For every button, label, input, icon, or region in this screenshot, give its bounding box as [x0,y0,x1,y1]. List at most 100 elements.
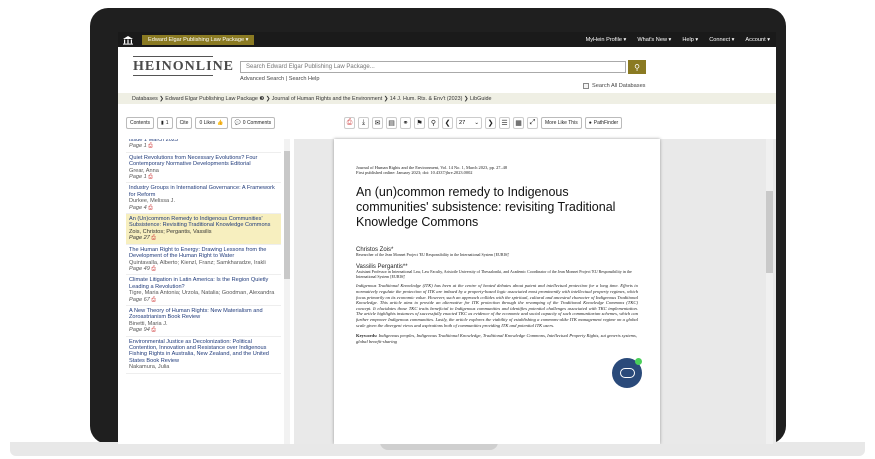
contents-button[interactable]: Contents [126,117,155,129]
cite-button[interactable]: Cite [175,117,193,129]
package-selector[interactable]: Edward Elgar Publishing Law Package ▾ [142,34,255,45]
thumbs-up-icon: 👍 [217,120,224,126]
toc-page-label: Page 94 [129,327,150,334]
account-menu[interactable]: Account ▾ [745,37,770,43]
sidebar-scroll-thumb[interactable] [284,151,290,279]
toc-item-title[interactable]: An (Un)common Remedy to Indigenous Commu… [129,216,278,229]
page-number: 27 [459,120,466,126]
search-button[interactable]: ⚲ [628,60,646,74]
toc-item-title[interactable]: Industry Groups in International Governa… [129,185,278,198]
toc-item-title[interactable]: A New Theory of Human Rights: New Materi… [129,308,278,321]
advanced-search-links[interactable]: Advanced Search | Search Help [240,76,320,82]
email-icon[interactable]: ✉ [372,117,383,129]
search-all-databases[interactable]: Search All Databases [583,83,645,89]
logo-rule-bottom [133,75,213,76]
comments-button[interactable]: 💬 0 Comments [230,117,276,129]
toc-item[interactable]: Environmental Justice as Decolonization:… [126,337,281,374]
toc-item[interactable]: The Human Right to Energy: Drawing Lesso… [126,245,281,276]
toc-item-page[interactable]: Page 49 ⎙ [129,266,278,272]
toc-list: Issue 1 March 2023 Page 1 ⎙ Quiet Revoluti… [126,139,281,374]
link-icon[interactable]: ⚭ [400,117,411,129]
affiliation-2: Assistant Professor in International Law… [356,268,632,279]
toc-item-page[interactable]: Page 27 ⎙ [129,235,278,241]
chat-button[interactable] [612,358,642,388]
toc-page-label: Page 67 [129,296,150,303]
toc-item[interactable]: Climate Litigation in Latin America: Is … [126,275,281,306]
pathfinder-label: PathFinder [593,120,619,126]
grid-view-icon[interactable]: ▦ [513,117,524,129]
toc-item-page[interactable]: Page 67 ⎙ [129,297,278,303]
toc-page-label: Page 4 [129,204,147,211]
toc-item-author: Nakamura, Julia [129,364,170,371]
logo-text: HEINONLINE [133,59,235,74]
page-select[interactable]: 27 ⌄ [456,117,482,129]
download-icon[interactable]: ⤓ [358,117,369,129]
toc-page-label: Page 1 [129,143,147,150]
pdf-icon[interactable]: ⎙ [148,205,152,211]
toc-item[interactable]: An (Un)common Remedy to Indigenous Commu… [126,214,281,245]
more-like-this-button[interactable]: More Like This [541,117,582,129]
likes-button[interactable]: 0 Likes 👍 [195,117,228,129]
keywords-label: Keywords: [356,333,378,339]
toc-item-page[interactable]: Page 1 ⎙ [129,174,278,180]
pdf-icon[interactable]: ⎙ [151,297,155,303]
pdf-icon[interactable]: ⎙ [344,117,355,129]
myhein-profile-menu[interactable]: MyHein Profile ▾ [586,37,627,43]
document-scrollbar[interactable] [766,139,773,444]
breadcrumb[interactable]: Databases ❯ Edward Elgar Publishing Law … [118,93,776,104]
pdf-icon[interactable]: ⎙ [148,174,152,180]
logo-rule-top [133,56,213,57]
bookmark-count-button[interactable]: ▮ 1 [157,117,173,129]
pdf-icon[interactable]: ⎙ [151,266,155,272]
toc-item-title[interactable]: The Human Right to Energy: Drawing Lesso… [129,247,278,260]
whats-new-menu[interactable]: What's New ▾ [637,37,671,43]
search-all-checkbox[interactable] [583,83,589,89]
pdf-icon[interactable]: ⎙ [151,235,155,241]
text-view-icon[interactable]: ☰ [499,117,510,129]
toc-item-page[interactable]: Page 94 ⎙ [129,327,278,333]
keywords: Keywords: Indigenous peoples, Indigenous… [356,333,638,344]
bookmark-flag-icon[interactable]: ⚑ [414,117,425,129]
chevron-down-icon: ⌄ [474,120,479,126]
toolbar-document: ⎙ ⤓ ✉ ▤ ⚭ ⚑ ⚲ ❮ 27 ⌄ ❯ ☰ ▦ ⤢ More Like Th… [344,117,623,129]
contents-sidebar: Issue 1 March 2023 Page 1 ⎙ Quiet Revoluti… [126,139,290,444]
online-status-dot [635,358,642,365]
expand-icon[interactable]: ⤢ [527,117,538,129]
toc-item[interactable]: Quiet Revolutions from Necessary Evoluti… [126,153,281,184]
abstract: Indigenous Traditional Knowledge (ITK) h… [356,283,638,328]
document-scroll-thumb[interactable] [766,191,773,273]
next-page-icon[interactable]: ❯ [485,117,496,129]
likes-label: 0 Likes [199,120,216,126]
pdf-icon[interactable]: ⎙ [148,143,152,149]
prev-page-icon[interactable]: ❮ [442,117,453,129]
search-icon: ⚲ [634,62,640,72]
heinonline-logo[interactable]: HEINONLINE [133,55,233,77]
pathfinder-button[interactable]: ● PathFinder [584,117,623,129]
toc-item-page[interactable]: Page 4 ⎙ [129,205,278,211]
toc-item[interactable]: Industry Groups in International Governa… [126,183,281,215]
toc-item-title[interactable]: Quiet Revolutions from Necessary Evoluti… [129,155,278,168]
toolbar-left: Contents ▮ 1 Cite 0 Likes 👍 💬 0 Comments [126,117,276,129]
publication-info: First published online: January 2023; do… [356,170,473,175]
help-menu[interactable]: Help ▾ [682,37,698,43]
toc-item-title[interactable]: Climate Litigation in Latin America: Is … [129,277,278,290]
document-page: Journal of Human Rights and the Environm… [334,139,660,444]
search-input[interactable]: Search Edward Elgar Publishing Law Packa… [240,61,626,73]
comment-icon: 💬 [234,120,241,126]
keywords-text: Indigenous peoples, Indigenous Tradition… [356,333,637,344]
pdf-icon[interactable]: ⎙ [151,327,155,333]
bookmark-icon: ▮ [161,120,164,126]
top-bar: Edward Elgar Publishing Law Package ▾ My… [118,32,776,47]
toc-item-title[interactable]: Environmental Justice as Decolonization:… [129,339,278,365]
toolbar: Contents ▮ 1 Cite 0 Likes 👍 💬 0 Comments ⎙ … [118,117,776,131]
toc-item-page[interactable]: Page 1 ⎙ [129,143,278,149]
chat-icon [619,368,635,378]
document-icon[interactable]: ▤ [386,117,397,129]
home-icon[interactable] [118,32,138,47]
document-viewer: Journal of Human Rights and the Environm… [294,139,776,444]
connect-menu[interactable]: Connect ▾ [709,37,734,43]
bookmark-count: 1 [165,120,169,126]
toc-item[interactable]: A New Theory of Human Rights: New Materi… [126,306,281,337]
toc-item[interactable]: Issue 1 March 2023 Page 1 ⎙ [126,139,281,153]
search-in-doc-icon[interactable]: ⚲ [428,117,439,129]
